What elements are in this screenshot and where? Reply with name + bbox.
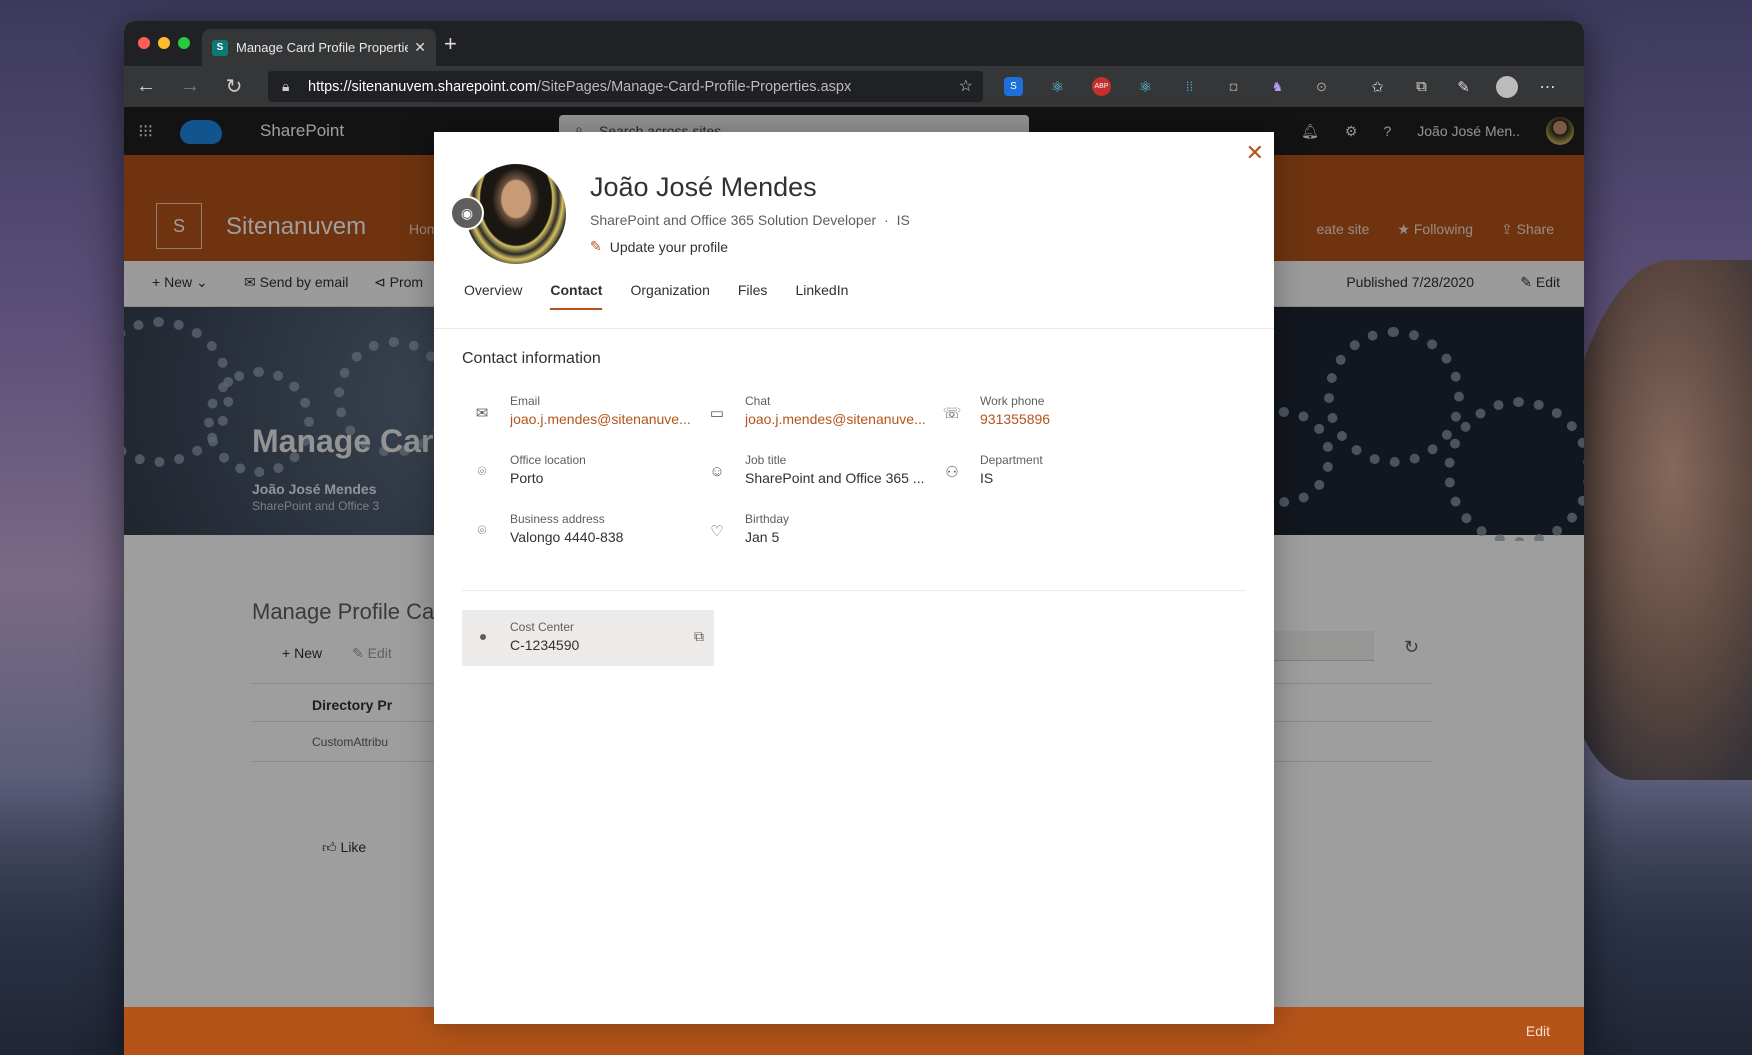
section-heading: Contact information: [462, 350, 601, 367]
cat-extension-icon[interactable]: ♞: [1268, 77, 1287, 96]
footer-edit-link[interactable]: Edit: [1526, 1023, 1550, 1039]
business-address-field: ⌾ Business address Valongo 4440-838: [462, 512, 712, 552]
chat-icon: ▭: [709, 405, 725, 422]
close-tab-icon[interactable]: ✕: [414, 39, 426, 56]
job-value: SharePoint and Office 365 ...: [745, 470, 925, 486]
email-label: Email: [510, 394, 541, 408]
close-icon[interactable]: ✕: [1246, 140, 1264, 166]
people-group-icon: ⚇: [945, 464, 959, 481]
birthday-field: ♡ Birthday Jan 5: [697, 512, 947, 552]
separator-dot: ·: [884, 212, 889, 228]
tab-overview[interactable]: Overview: [464, 282, 522, 310]
tab-files[interactable]: Files: [738, 282, 768, 310]
react-extension-icon[interactable]: ⚛: [1136, 77, 1155, 96]
back-icon[interactable]: ←: [124, 75, 168, 98]
camera-icon[interactable]: ◉: [450, 196, 484, 230]
chat-value[interactable]: joao.j.mendes@sitenanuve...: [745, 411, 935, 427]
profile-tabs: Overview Contact Organization Files Link…: [464, 282, 848, 310]
url-field[interactable]: 🔒︎ https://sitenanuvem.sharepoint.com /S…: [268, 71, 983, 102]
work-phone-field: ☏ Work phone 931355896: [932, 394, 1182, 434]
reload-icon[interactable]: ↻: [212, 74, 256, 99]
location-pin-icon: ⌾: [477, 522, 487, 539]
job-title-field: ☺ Job title SharePoint and Office 365 ..…: [697, 453, 947, 493]
office-label: Office location: [510, 453, 586, 467]
department-label: Department: [980, 453, 1043, 467]
forward-icon[interactable]: →: [168, 75, 212, 98]
tab-strip: S Manage Card Profile Properties ✕ +: [124, 21, 1584, 66]
address-value: Valongo 4440-838: [510, 529, 624, 545]
balloons-icon: ♡: [710, 523, 724, 540]
new-tab-icon[interactable]: +: [444, 31, 457, 57]
birthday-label: Birthday: [745, 512, 790, 526]
react-devtools-icon[interactable]: ⚛: [1048, 77, 1067, 96]
profile-name: João José Mendes: [590, 172, 817, 202]
profile-icon[interactable]: [1496, 76, 1518, 98]
tab-contact[interactable]: Contact: [550, 282, 603, 310]
copy-icon[interactable]: ⧉: [694, 628, 704, 645]
pencil-icon: ✎: [590, 238, 602, 254]
profile-job-title: SharePoint and Office 365 Solution Devel…: [590, 212, 877, 228]
office-value: Porto: [510, 470, 544, 486]
more-menu-icon[interactable]: ⋯: [1538, 77, 1557, 96]
job-label: Job title: [745, 453, 787, 467]
grid-extension-icon[interactable]: ⁞⁞: [1180, 77, 1199, 96]
profile-subtitle: SharePoint and Office 365 Solution Devel…: [590, 212, 910, 228]
bullet-icon: [480, 634, 486, 640]
favorites-icon[interactable]: ✩: [1368, 77, 1387, 96]
profile-department: IS: [896, 212, 910, 228]
address-bar: ← → ↻ 🔒︎ https://sitenanuvem.sharepoint.…: [124, 66, 1584, 107]
download-extension-icon[interactable]: ⊙: [1312, 77, 1331, 96]
department-field: ⚇ Department IS: [932, 453, 1182, 493]
tab-divider: [434, 328, 1274, 329]
email-field: ✉ Email joao.j.mendes@sitenanuve...: [462, 394, 712, 434]
close-window-button[interactable]: [138, 37, 150, 49]
extension-s-icon[interactable]: S: [1004, 77, 1023, 96]
update-profile-label: Update your profile: [609, 238, 729, 255]
url-host: https://sitenanuvem.sharepoint.com: [308, 78, 537, 95]
tab-title: Manage Card Profile Properties: [236, 40, 409, 55]
location-pin-icon: ⌾: [477, 463, 487, 480]
office-location-field: ⌾ Office location Porto: [462, 453, 712, 493]
work-phone-label: Work phone: [980, 394, 1045, 408]
tab-linkedin[interactable]: LinkedIn: [795, 282, 848, 310]
lock-icon: 🔒︎: [282, 78, 290, 94]
minimize-window-button[interactable]: [158, 37, 170, 49]
department-value: IS: [980, 470, 994, 486]
work-phone-value[interactable]: 931355896: [980, 411, 1170, 427]
cost-center-field[interactable]: Cost Center C-1234590 ⧉: [462, 610, 714, 666]
url-path: /SitePages/Manage-Card-Profile-Propertie…: [536, 78, 852, 95]
tab-organization[interactable]: Organization: [630, 282, 709, 310]
phone-icon: ☏: [942, 405, 962, 422]
camera-extension-icon[interactable]: ◘: [1224, 77, 1243, 96]
update-profile-link[interactable]: ✎ Update your profile: [590, 238, 728, 255]
window-controls: [138, 37, 190, 49]
profile-card-panel: ✕ ◉ João José Mendes SharePoint and Offi…: [434, 132, 1274, 1024]
chat-field: ▭ Chat joao.j.mendes@sitenanuve...: [697, 394, 947, 434]
section-divider: [462, 590, 1246, 591]
cost-center-label: Cost Center: [510, 620, 575, 634]
collections-icon[interactable]: ⧉: [1412, 77, 1431, 96]
email-value[interactable]: joao.j.mendes@sitenanuve...: [510, 411, 700, 427]
person-icon: ☺: [709, 463, 725, 480]
adblock-icon[interactable]: ABP: [1092, 77, 1111, 96]
chat-label: Chat: [745, 394, 771, 408]
address-label: Business address: [510, 512, 605, 526]
browser-tab[interactable]: S Manage Card Profile Properties ✕: [202, 29, 436, 66]
maximize-window-button[interactable]: [178, 37, 190, 49]
cost-center-value: C-1234590: [510, 637, 580, 653]
mail-icon: ✉: [475, 405, 489, 422]
favorite-star-icon[interactable]: ☆: [959, 76, 973, 96]
birthday-value: Jan 5: [745, 529, 780, 545]
sharepoint-favicon-icon: S: [212, 39, 228, 56]
share-page-icon[interactable]: ✎: [1454, 77, 1473, 96]
